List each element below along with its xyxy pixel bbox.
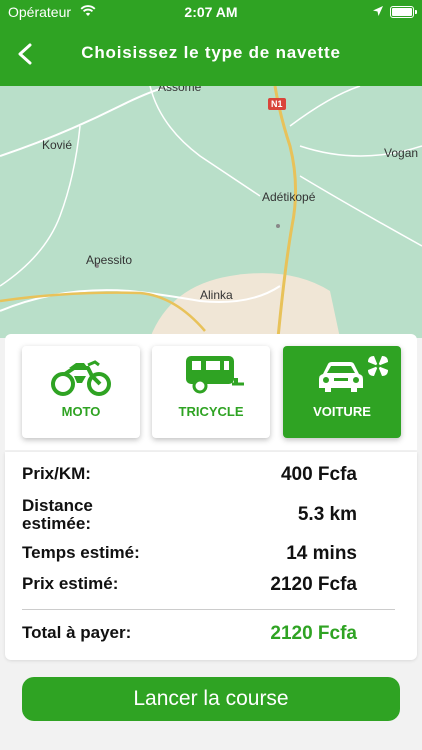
car-icon: [319, 356, 388, 392]
total-row: Total à payer: 2120 Fcfa: [22, 623, 357, 645]
time-value: 14 mins: [286, 543, 357, 564]
total-label: Total à payer:: [22, 623, 132, 642]
time-label: Temps estimé:: [22, 543, 140, 562]
pricing-summary: Prix/KM: 400 Fcfa Distance estimée: 5.3 …: [5, 452, 417, 660]
vehicle-type-label: TRICYCLE: [178, 404, 244, 419]
price-per-km-value: 400 Fcfa: [280, 464, 357, 485]
map-label-kovie: Kovié: [42, 138, 73, 152]
vehicle-type-label: MOTO: [61, 404, 101, 419]
map-label-adetikope: Adétikopé: [262, 190, 316, 204]
total-value: 2120 Fcfa: [270, 623, 357, 644]
status-bar: Opérateur 2:07 AM: [0, 0, 422, 24]
map-label-apessito: Apessito: [86, 253, 133, 267]
distance-row: Distance estimée: 5.3 km: [22, 496, 357, 536]
start-ride-button[interactable]: Lancer la course: [22, 677, 400, 721]
distance-value: 5.3 km: [297, 504, 357, 525]
divider: [22, 609, 395, 610]
vehicle-type-moto[interactable]: MOTO: [22, 346, 140, 438]
vehicle-type-label: VOITURE: [313, 404, 371, 419]
price-per-km-label: Prix/KM:: [22, 464, 91, 483]
status-time: 2:07 AM: [184, 4, 238, 20]
map-view[interactable]: N1 Assome Kovié Vogan Adétikopé Apessito…: [0, 86, 422, 338]
map-label-alinka: Alinka: [200, 288, 233, 302]
motorcycle-icon: [51, 360, 111, 396]
map-label-vogan: Vogan: [384, 146, 419, 160]
road-badge-n1: N1: [268, 98, 286, 110]
price-per-km-row: Prix/KM: 400 Fcfa: [22, 464, 357, 486]
time-row: Temps estimé: 14 mins: [22, 543, 357, 565]
price-estimate-label: Prix estimé:: [22, 574, 119, 593]
vehicle-type-voiture[interactable]: VOITURE: [283, 346, 401, 438]
app-header: Opérateur 2:07 AM Choisissez le type de …: [0, 0, 422, 86]
vehicle-type-tricycle[interactable]: TRICYCLE: [152, 346, 270, 438]
price-estimate-value: 2120 Fcfa: [270, 574, 357, 595]
vehicle-type-selector: MOTO TRICYCLE VOITURE: [5, 334, 417, 450]
price-estimate-row: Prix estimé: 2120 Fcfa: [22, 574, 357, 596]
distance-label-line1: Distance: [22, 496, 93, 515]
location-arrow-icon: [373, 6, 383, 16]
map-label-assome: Assome: [158, 86, 202, 94]
distance-label-line2: estimée:: [22, 514, 91, 533]
tricycle-icon: [186, 356, 244, 394]
battery-icon: [390, 6, 417, 18]
page-title: Choisissez le type de navette: [81, 43, 341, 62]
